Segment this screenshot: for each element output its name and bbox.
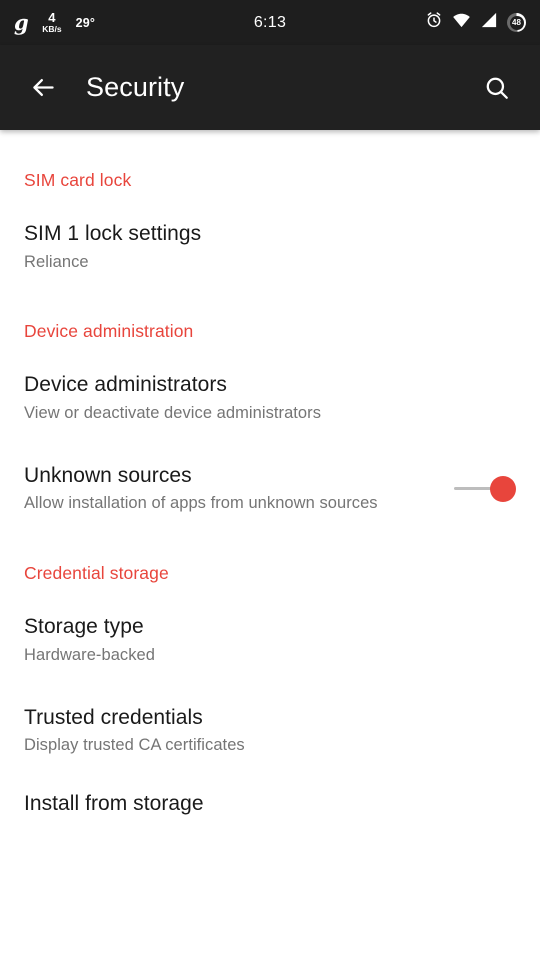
- list-item-unknown-sources[interactable]: Unknown sources Allow installation of ap…: [0, 463, 540, 515]
- list-item-text: Trusted credentials Display trusted CA c…: [24, 705, 516, 757]
- list-item-trusted-credentials[interactable]: Trusted credentials Display trusted CA c…: [0, 705, 540, 757]
- network-speed-indicator: 4 KB/s: [42, 11, 61, 34]
- list-item-sim-1-lock-settings[interactable]: SIM 1 lock settings Reliance: [0, 221, 540, 273]
- battery-level-label: 48: [512, 17, 521, 27]
- list-item-text: Storage type Hardware-backed: [24, 614, 516, 666]
- list-item-title: Trusted credentials: [24, 705, 203, 729]
- list-item-subtitle: Display trusted CA certificates: [24, 736, 245, 755]
- list-item-title: Install from storage: [24, 791, 204, 815]
- battery-indicator: 48: [507, 13, 526, 32]
- toggle-thumb: [490, 475, 516, 502]
- list-item-subtitle: Hardware-backed: [24, 645, 155, 664]
- list-item-text: Unknown sources Allow installation of ap…: [24, 463, 454, 515]
- list-item-title: Device administrators: [24, 373, 227, 397]
- list-item-title: Storage type: [24, 615, 144, 639]
- status-bar-left: g 4 KB/s 29°: [14, 11, 95, 34]
- section-header-credential-storage: Credential storage: [24, 563, 169, 584]
- alarm-clock-icon: [425, 11, 443, 34]
- section-header-device-administration: Device administration: [24, 321, 194, 342]
- back-arrow-icon[interactable]: [22, 67, 64, 109]
- list-item-subtitle: Reliance: [24, 252, 89, 271]
- list-item-install-from-storage[interactable]: Install from storage: [0, 791, 540, 817]
- unknown-sources-toggle[interactable]: [454, 475, 516, 502]
- network-speed-unit: KB/s: [42, 24, 62, 35]
- list-item-storage-type[interactable]: Storage type Hardware-backed: [0, 614, 540, 666]
- list-item-text: Device administrators View or deactivate…: [24, 372, 516, 424]
- list-item-subtitle: View or deactivate device administrators: [24, 403, 322, 422]
- list-item-title: SIM 1 lock settings: [24, 222, 202, 245]
- carrier-logo-icon: g: [14, 10, 29, 35]
- list-item-title: Unknown sources: [24, 463, 192, 487]
- status-bar-clock: 6:13: [253, 13, 287, 31]
- status-bar-right: 48: [425, 11, 526, 34]
- settings-list[interactable]: SIM card lock SIM 1 lock settings Relian…: [0, 130, 540, 960]
- list-item-text: SIM 1 lock settings Reliance: [24, 221, 516, 273]
- wifi-icon: [452, 12, 471, 33]
- app-toolbar: Security: [0, 45, 540, 130]
- list-item-text: Install from storage: [24, 791, 516, 817]
- network-speed-value: 4: [48, 10, 56, 26]
- cellular-signal-icon: [480, 12, 498, 33]
- list-item-subtitle: Allow installation of apps from unknown …: [24, 494, 378, 513]
- temperature-indicator: 29°: [75, 15, 96, 30]
- list-item-device-administrators[interactable]: Device administrators View or deactivate…: [0, 372, 540, 424]
- search-icon[interactable]: [476, 67, 518, 109]
- page-title: Security: [86, 72, 185, 102]
- section-header-sim-card-lock: SIM card lock: [24, 170, 132, 190]
- status-bar: g 4 KB/s 29° 6:13 48: [0, 0, 540, 45]
